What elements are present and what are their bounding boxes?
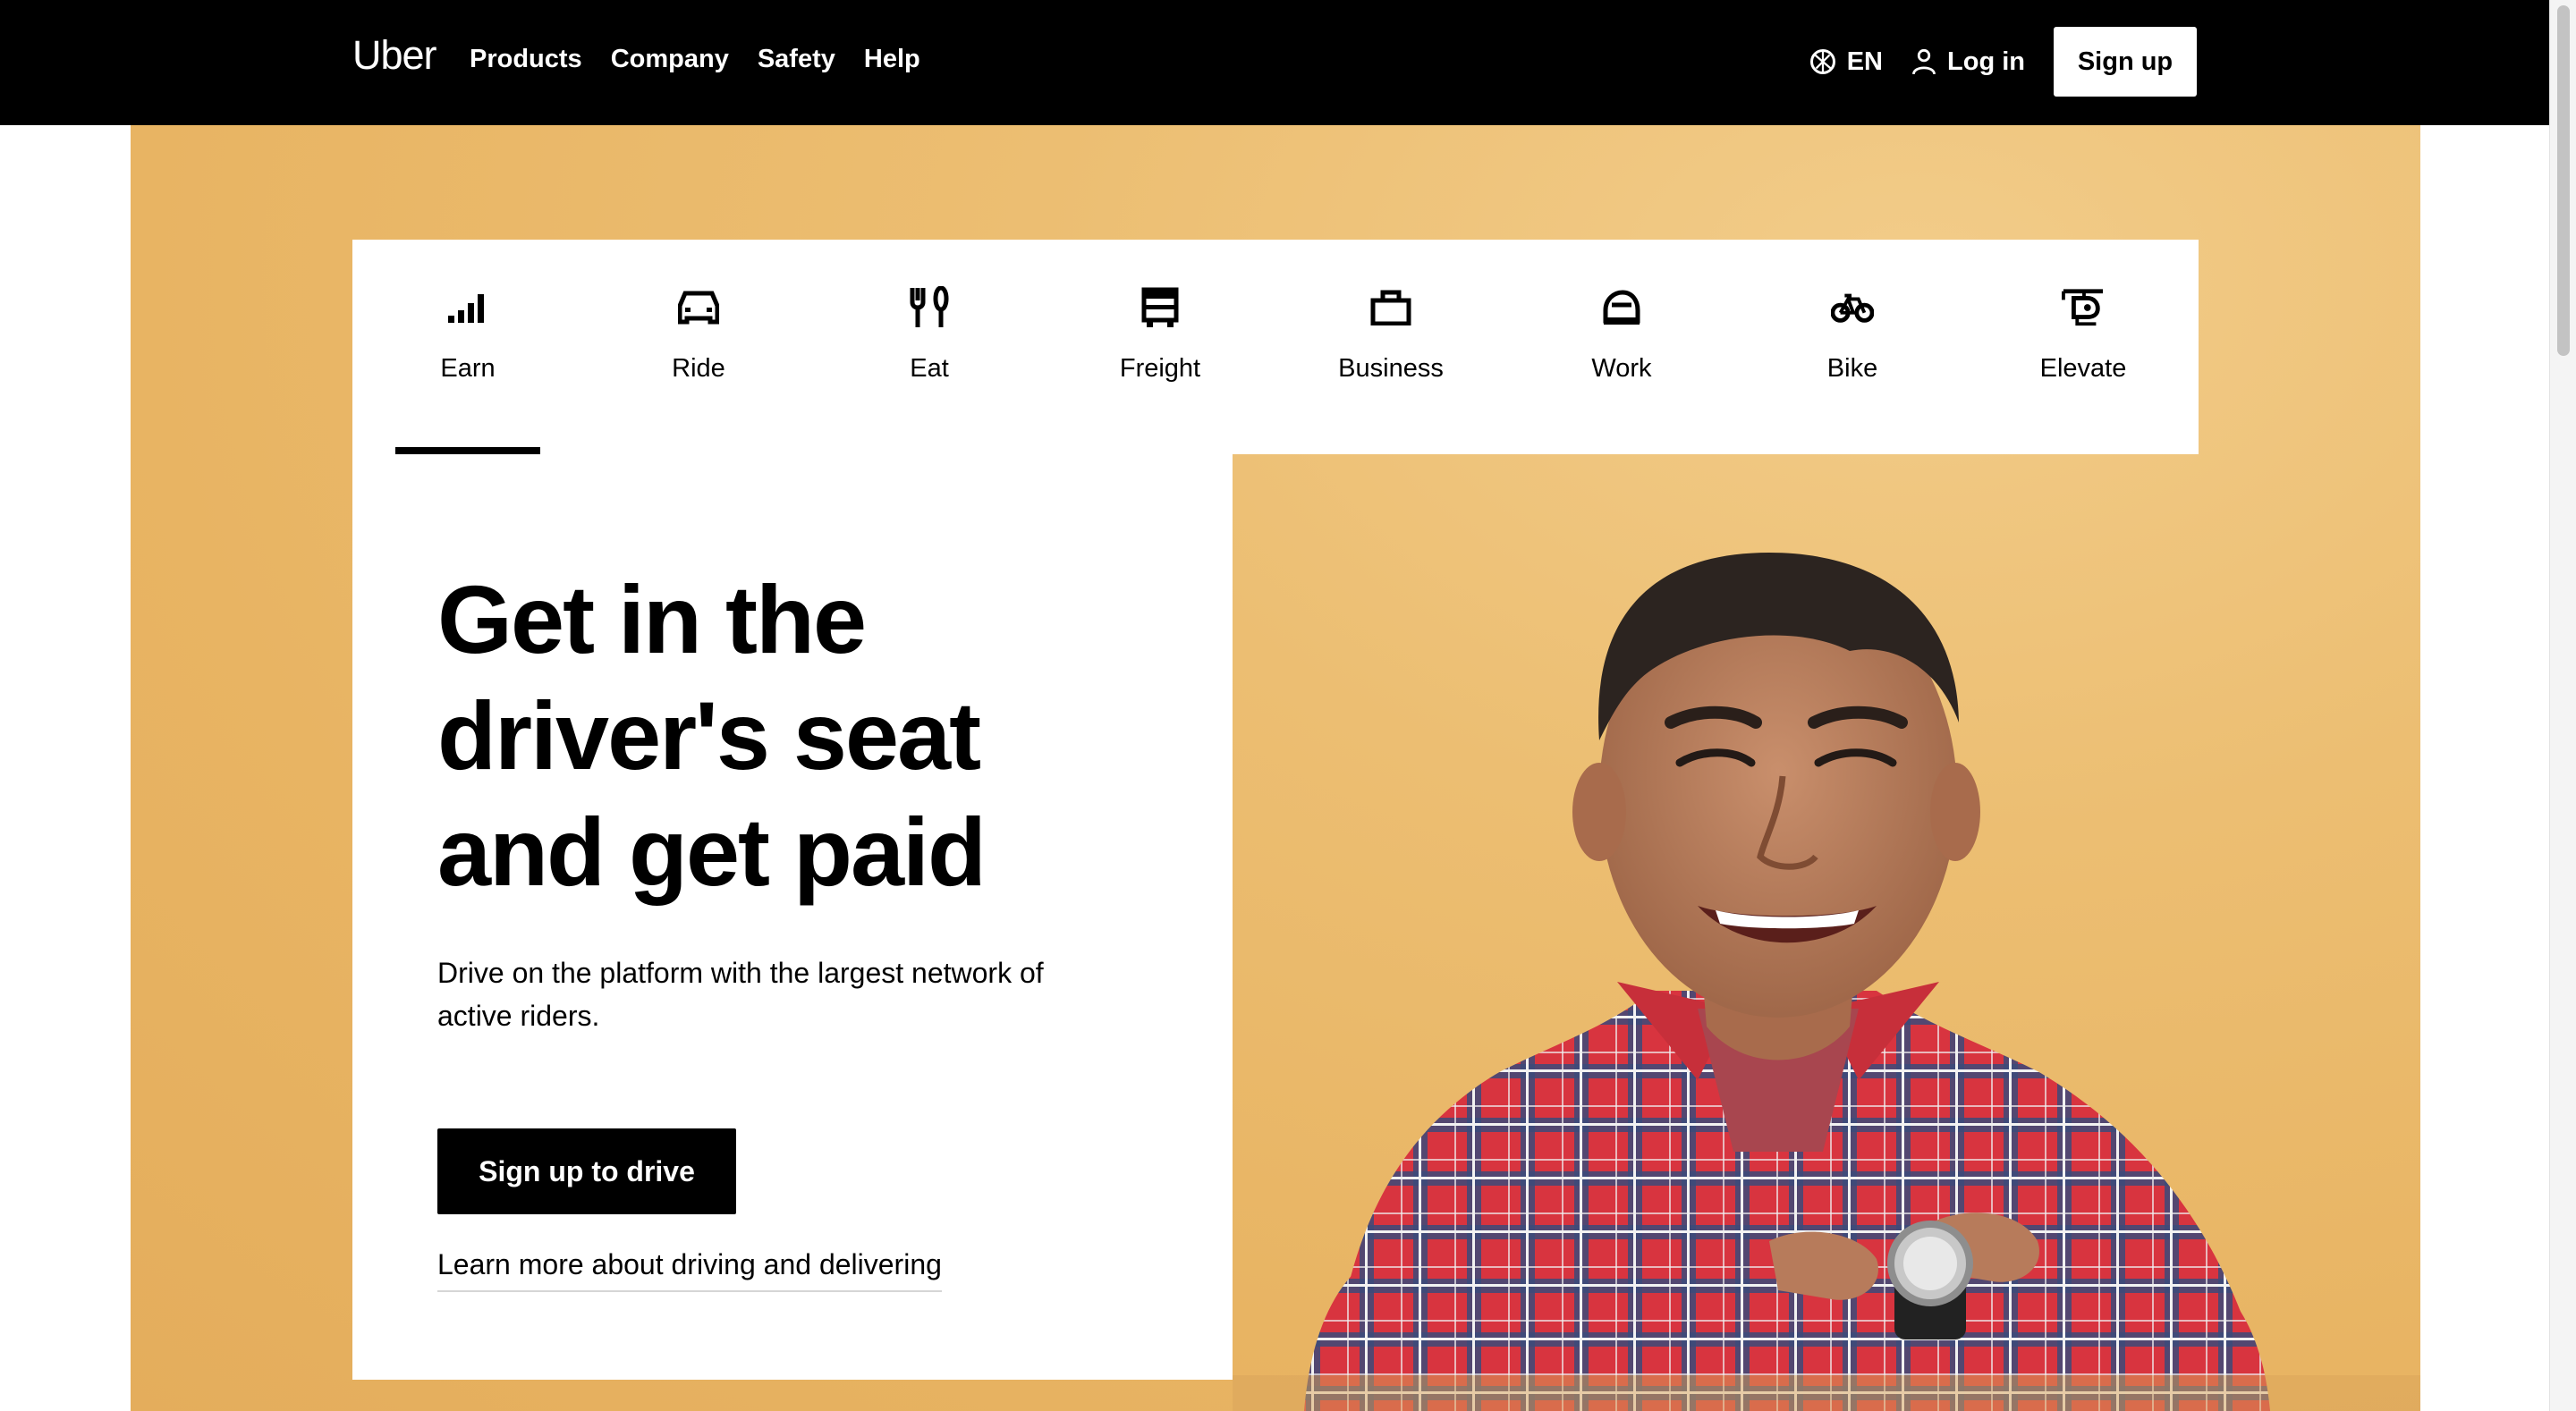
tab-earn[interactable]: Earn — [352, 240, 583, 454]
tab-label: Eat — [910, 354, 949, 383]
login-label: Log in — [1947, 46, 2025, 76]
scroll-thumb[interactable] — [2557, 5, 2570, 356]
tab-label: Elevate — [2039, 354, 2127, 383]
signup-button[interactable]: Sign up — [2054, 27, 2197, 97]
hero-subtitle: Drive on the platform with the largest n… — [437, 957, 1044, 1032]
driver-photo — [1233, 553, 2420, 1411]
tab-elevate[interactable]: Elevate — [1968, 240, 2199, 454]
tab-business[interactable]: Business — [1275, 240, 1506, 454]
hard-hat-icon — [1603, 290, 1640, 325]
nav-help[interactable]: Help — [864, 45, 920, 74]
helicopter-icon — [2062, 289, 2104, 326]
briefcase-icon — [1370, 290, 1411, 325]
language-selector[interactable]: EN — [1809, 47, 1883, 77]
language-label: EN — [1846, 46, 1884, 76]
hero-card: Get in the driver's seat and get paid Dr… — [352, 454, 1233, 1380]
tab-freight[interactable]: Freight — [1045, 240, 1275, 454]
globe-icon — [1809, 49, 1835, 74]
nav-company[interactable]: Company — [611, 45, 729, 74]
tab-label: Freight — [1119, 354, 1201, 383]
earn-signal-icon — [448, 294, 484, 323]
tab-work[interactable]: Work — [1506, 240, 1737, 454]
hero-title: Get in the driver's seat and get paid — [437, 565, 987, 906]
tab-label: Bike — [1826, 354, 1878, 383]
tab-label: Ride — [672, 354, 725, 383]
uber-logo[interactable]: Uber — [352, 32, 437, 79]
top-nav: Uber Products Company Safety Help EN Log… — [0, 0, 2549, 125]
tab-label: Work — [1591, 354, 1652, 383]
main-nav: Products Company Safety Help — [470, 45, 949, 74]
tab-bike[interactable]: Bike — [1737, 240, 1968, 454]
nav-actions: EN Log in Sign up — [1809, 27, 2197, 97]
learn-more-link[interactable]: Learn more about driving and delivering — [437, 1248, 942, 1292]
fork-knife-icon — [910, 286, 949, 327]
car-icon — [678, 291, 719, 325]
tab-label: Earn — [440, 354, 496, 383]
bicycle-icon — [1831, 293, 1874, 323]
login-link[interactable]: Log in — [1911, 47, 2025, 77]
tab-eat[interactable]: Eat — [814, 240, 1045, 454]
tab-label: Business — [1338, 354, 1444, 383]
product-tabs: Earn Ride Eat Freight Business Work Bike… — [352, 240, 2199, 454]
signup-to-drive-button[interactable]: Sign up to drive — [437, 1128, 736, 1214]
tab-ride[interactable]: Ride — [583, 240, 814, 454]
nav-safety[interactable]: Safety — [758, 45, 835, 74]
page-scrollbar[interactable] — [2549, 0, 2576, 1411]
truck-icon — [1141, 287, 1179, 327]
user-icon — [1912, 48, 1936, 75]
nav-products[interactable]: Products — [470, 45, 582, 74]
